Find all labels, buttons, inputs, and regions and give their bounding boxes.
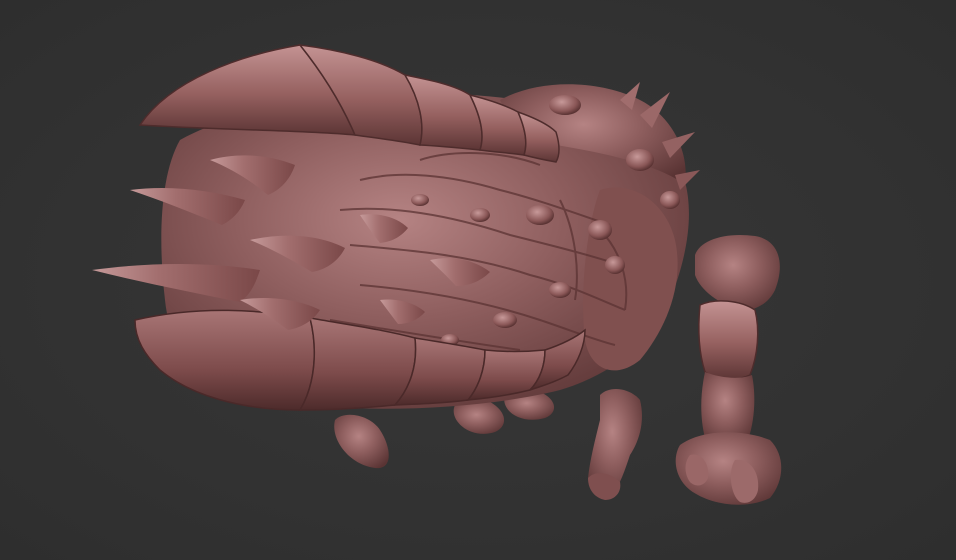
front-leg — [675, 234, 782, 505]
sculpt-model[interactable] — [0, 0, 956, 560]
3d-viewport[interactable] — [0, 0, 956, 560]
mid-leg — [588, 388, 642, 500]
